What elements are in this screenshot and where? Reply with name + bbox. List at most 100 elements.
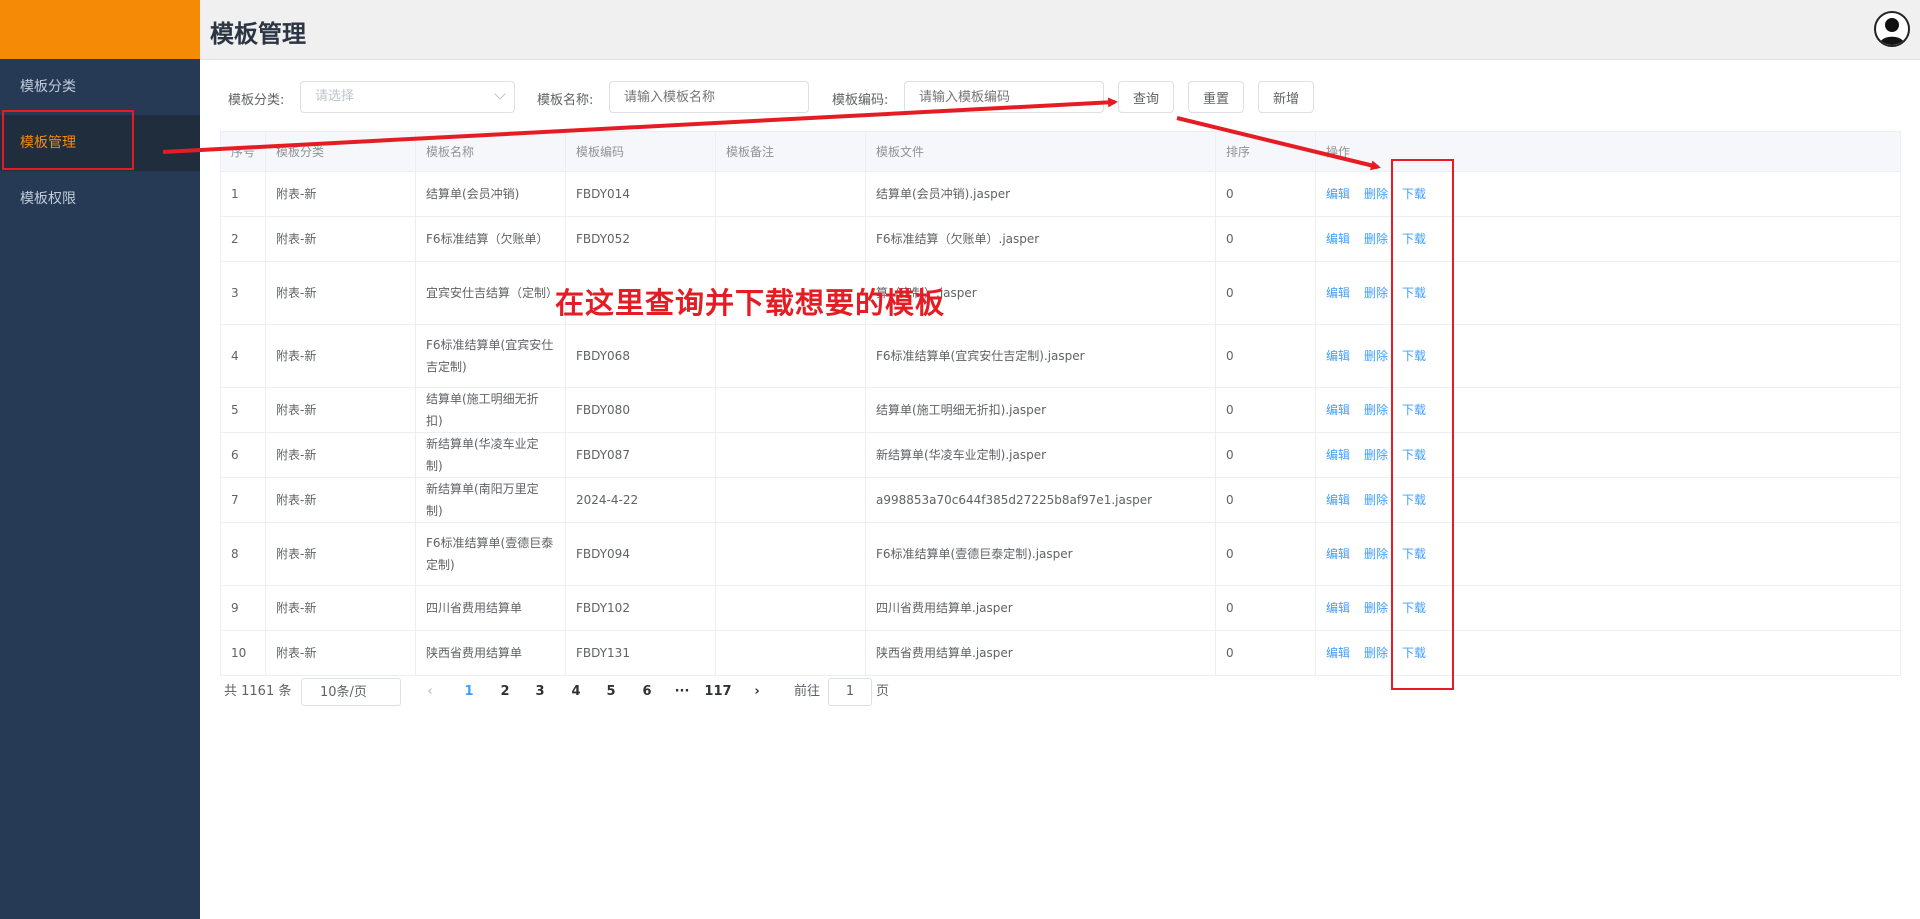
cell-remark: [715, 585, 866, 631]
delete-link[interactable]: 删除: [1364, 493, 1388, 507]
avatar[interactable]: [1874, 11, 1910, 47]
delete-link[interactable]: 删除: [1364, 187, 1388, 201]
delete-link[interactable]: 删除: [1364, 286, 1388, 300]
goto-suffix: 页: [876, 684, 890, 699]
edit-link[interactable]: 编辑: [1326, 232, 1350, 246]
cell-sort: 0: [1215, 522, 1316, 586]
page-more-icon[interactable]: ···: [667, 678, 697, 706]
sidebar-item-template-permission[interactable]: 模板权限: [0, 171, 200, 227]
delete-link[interactable]: 删除: [1364, 601, 1388, 615]
delete-link[interactable]: 删除: [1364, 349, 1388, 363]
category-select[interactable]: 请选择: [300, 81, 515, 113]
col-header-actions: 操作: [1315, 131, 1901, 172]
download-link[interactable]: 下载: [1402, 286, 1426, 300]
table-row: 8 附表-新 F6标准结算单(壹德巨泰定制) FBDY094 F6标准结算单(壹德巨泰定…: [220, 522, 1901, 586]
edit-link[interactable]: 编辑: [1326, 187, 1350, 201]
cell-index: 6: [220, 432, 266, 478]
top-header: 模板管理: [200, 0, 1920, 60]
edit-link[interactable]: 编辑: [1326, 286, 1350, 300]
page-1[interactable]: 1: [454, 678, 484, 706]
download-link[interactable]: 下载: [1402, 493, 1426, 507]
cell-actions: 编辑 删除 下载: [1315, 522, 1901, 586]
page-2[interactable]: 2: [490, 678, 520, 706]
goto-prefix: 前往: [794, 684, 821, 699]
cell-category: 附表-新: [265, 630, 416, 676]
page-5[interactable]: 5: [596, 678, 626, 706]
name-input[interactable]: [609, 81, 809, 113]
cell-actions: 编辑 删除 下载: [1315, 387, 1901, 433]
sidebar-logo: [0, 0, 200, 59]
sidebar-item-template-category[interactable]: 模板分类: [0, 59, 200, 115]
download-link[interactable]: 下载: [1402, 547, 1426, 561]
page-117[interactable]: 117: [703, 678, 733, 706]
col-header-file: 模板文件: [865, 131, 1216, 172]
download-link[interactable]: 下载: [1402, 448, 1426, 462]
download-link[interactable]: 下载: [1402, 646, 1426, 660]
delete-link[interactable]: 删除: [1364, 547, 1388, 561]
table-header-row: 序号 模板分类 模板名称 模板编码 模板备注 模板文件 排序 操作: [220, 131, 1901, 172]
cell-remark: [715, 216, 866, 262]
cell-index: 2: [220, 216, 266, 262]
edit-link[interactable]: 编辑: [1326, 403, 1350, 417]
name-label: 模板名称:: [537, 93, 594, 108]
table-row: 6 附表-新 新结算单(华凌车业定制) FBDY087 新结算单(华凌车业定制).jas…: [220, 432, 1901, 478]
cell-sort: 0: [1215, 477, 1316, 523]
category-label: 模板分类:: [228, 93, 285, 108]
delete-link[interactable]: 删除: [1364, 448, 1388, 462]
cell-actions: 编辑 删除 下载: [1315, 477, 1901, 523]
col-header-name: 模板名称: [415, 131, 566, 172]
cell-code: FBDY052: [565, 216, 716, 262]
cell-category: 附表-新: [265, 171, 416, 217]
cell-category: 附表-新: [265, 387, 416, 433]
page-6[interactable]: 6: [632, 678, 662, 706]
cell-sort: 0: [1215, 216, 1316, 262]
page-4[interactable]: 4: [561, 678, 591, 706]
edit-link[interactable]: 编辑: [1326, 448, 1350, 462]
code-input[interactable]: [904, 81, 1104, 113]
app-root: 模板分类 模板管理 模板权限 模板管理 模板分类: 请选择 模板名称: 模板编码…: [0, 0, 1920, 919]
col-header-index: 序号: [220, 131, 266, 172]
col-header-category: 模板分类: [265, 131, 416, 172]
cell-code: FBDY068: [565, 324, 716, 388]
cell-index: 10: [220, 630, 266, 676]
next-page-icon[interactable]: ›: [742, 678, 772, 706]
cell-category: 附表-新: [265, 477, 416, 523]
cell-actions: 编辑 删除 下载: [1315, 585, 1901, 631]
download-link[interactable]: 下载: [1402, 403, 1426, 417]
edit-link[interactable]: 编辑: [1326, 547, 1350, 561]
edit-link[interactable]: 编辑: [1326, 601, 1350, 615]
pagination-total: 共 1161 条: [224, 684, 292, 699]
cell-sort: 0: [1215, 171, 1316, 217]
download-link[interactable]: 下载: [1402, 601, 1426, 615]
delete-link[interactable]: 删除: [1364, 403, 1388, 417]
cell-code: FBDY087: [565, 432, 716, 478]
cell-category: 附表-新: [265, 261, 416, 325]
goto-page-input[interactable]: [828, 678, 872, 706]
edit-link[interactable]: 编辑: [1326, 646, 1350, 660]
sidebar-item-template-management[interactable]: 模板管理: [0, 115, 200, 171]
cell-code: FBDY102: [565, 585, 716, 631]
delete-link[interactable]: 删除: [1364, 646, 1388, 660]
download-link[interactable]: 下载: [1402, 232, 1426, 246]
prev-page-icon[interactable]: ‹: [415, 678, 445, 706]
page-size-select[interactable]: 10条/页: [301, 678, 401, 706]
cell-remark: [715, 432, 866, 478]
cell-name: 新结算单(南阳万里定制): [415, 477, 566, 523]
delete-link[interactable]: 删除: [1364, 232, 1388, 246]
page-3[interactable]: 3: [525, 678, 555, 706]
edit-link[interactable]: 编辑: [1326, 349, 1350, 363]
cell-file: a998853a70c644f385d27225b8af97e1.jasper: [865, 477, 1216, 523]
cell-sort: 0: [1215, 585, 1316, 631]
add-button[interactable]: 新增: [1258, 81, 1314, 113]
annotation-text: 在这里查询并下载想要的模板: [555, 286, 946, 320]
edit-link[interactable]: 编辑: [1326, 493, 1350, 507]
table-row: 2 附表-新 F6标准结算（欠账单） FBDY052 F6标准结算（欠账单）.jaspe…: [220, 216, 1901, 262]
cell-index: 8: [220, 522, 266, 586]
query-button[interactable]: 查询: [1118, 81, 1174, 113]
download-link[interactable]: 下载: [1402, 187, 1426, 201]
cell-name: 陕西省费用结算单: [415, 630, 566, 676]
table-row: 5 附表-新 结算单(施工明细无折扣) FBDY080 结算单(施工明细无折扣).jas…: [220, 387, 1901, 433]
reset-button[interactable]: 重置: [1188, 81, 1244, 113]
download-link[interactable]: 下载: [1402, 349, 1426, 363]
cell-actions: 编辑 删除 下载: [1315, 432, 1901, 478]
